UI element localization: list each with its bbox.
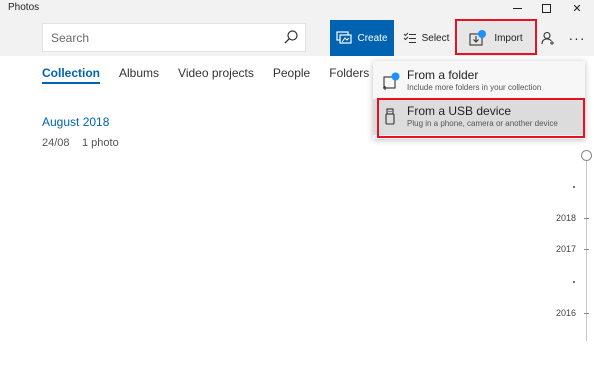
tab-folders[interactable]: Folders	[329, 66, 369, 84]
usb-highlight-box	[377, 98, 585, 138]
timeline-handle[interactable]	[581, 150, 592, 161]
close-button[interactable]: ✕	[562, 0, 592, 16]
create-icon	[336, 31, 353, 44]
minimize-icon	[512, 7, 522, 9]
tab-people[interactable]: People	[273, 66, 310, 84]
tab-albums[interactable]: Albums	[119, 66, 159, 84]
tab-collection[interactable]: Collection	[42, 66, 101, 84]
import-highlight-box	[455, 19, 537, 55]
timeline-dot	[573, 186, 575, 188]
timeline-tick	[584, 313, 589, 314]
maximize-icon	[541, 3, 551, 13]
timeline-dot	[573, 281, 575, 283]
folder-add-icon	[383, 72, 400, 90]
timeline-tick	[584, 218, 589, 219]
group-count: 1 photo	[82, 137, 119, 149]
select-list-icon	[403, 32, 416, 43]
create-label: Create	[357, 32, 388, 44]
maximize-button[interactable]	[531, 0, 561, 16]
select-button[interactable]: Select	[398, 20, 454, 56]
people-button[interactable]	[537, 20, 559, 56]
timeline-year[interactable]: 2018	[556, 213, 576, 223]
search-icon[interactable]	[283, 29, 299, 45]
group-date: 24/08	[42, 137, 70, 149]
timeline-year[interactable]: 2017	[556, 244, 576, 254]
search-box[interactable]	[42, 23, 306, 52]
create-button[interactable]: Create	[330, 20, 394, 56]
timeline-tick	[584, 249, 589, 250]
title-bar: Photos ✕	[0, 0, 594, 16]
add-person-icon	[541, 31, 554, 45]
timeline-year[interactable]: 2016	[556, 308, 576, 318]
app-title: Photos	[8, 2, 40, 13]
menu-item-from-folder[interactable]: From a folder Include more folders in yo…	[373, 63, 585, 99]
search-input[interactable]	[51, 28, 271, 48]
timeline-track[interactable]	[586, 161, 587, 341]
nav-tabs: Collection Albums Video projects People …	[42, 66, 388, 84]
menu-item-title: From a folder	[407, 68, 479, 82]
more-options-button[interactable]: ···	[565, 20, 589, 56]
tab-video-projects[interactable]: Video projects	[178, 66, 254, 84]
select-label: Select	[421, 32, 450, 44]
menu-item-subtitle: Include more folders in your collection	[407, 83, 542, 92]
group-title[interactable]: August 2018	[42, 115, 109, 129]
more-icon: ···	[568, 30, 586, 46]
minimize-button[interactable]	[502, 0, 532, 16]
close-icon: ✕	[572, 2, 582, 15]
